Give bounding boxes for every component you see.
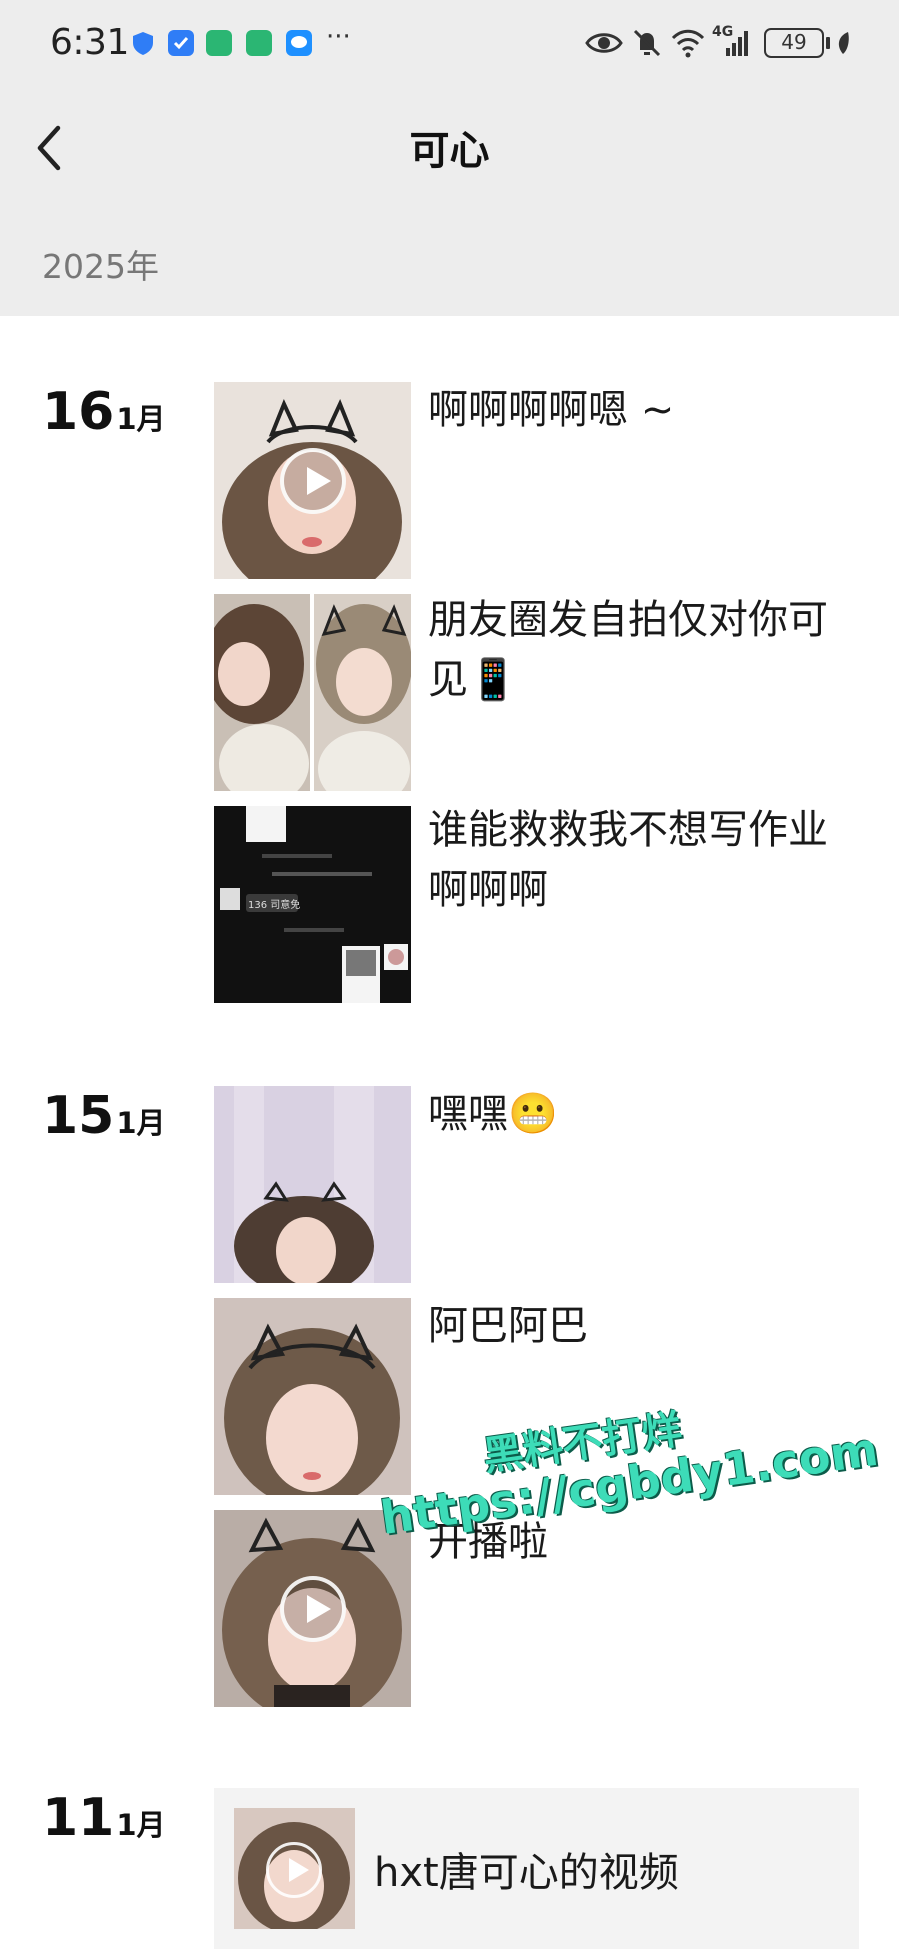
month-label: 1月 [116, 402, 166, 436]
battery-level: 49 [781, 30, 807, 54]
leaf-icon [838, 32, 849, 54]
iqiyi-app-icon-2 [246, 30, 272, 56]
month-label: 1月 [116, 1106, 166, 1140]
screenshot-text: 136 司意免 [248, 900, 301, 911]
post-thumbnail-image[interactable] [214, 1086, 411, 1283]
day-number: 16 [42, 382, 115, 442]
post-thumbnail-video[interactable] [214, 1510, 411, 1707]
post-caption: 阿巴阿巴 [428, 1303, 588, 1349]
shared-video-title: hxt唐可心的视频 [374, 1850, 679, 1896]
mute-bell-icon [633, 29, 661, 57]
signal-icon [726, 31, 748, 56]
iqiyi-app-icon [206, 30, 232, 56]
security-app-icon [168, 30, 194, 56]
year-header: 2025年 [42, 247, 159, 286]
post-caption: 嘿嘿😬 [428, 1091, 558, 1137]
play-icon [266, 1842, 322, 1898]
date-label-11: 111月 [42, 1788, 166, 1848]
post-thumbnail-video[interactable] [214, 382, 411, 579]
day-number: 11 [42, 1788, 115, 1848]
post-caption: 谁能救救我不想写作业啊啊啊 [428, 807, 828, 913]
shared-video-card[interactable]: hxt唐可心的视频 [214, 1788, 859, 1949]
wifi-icon [671, 29, 705, 58]
post-caption: 啊啊啊啊嗯 ~ [428, 387, 675, 433]
shield-app-icon [130, 30, 156, 56]
battery-tip [826, 37, 830, 49]
clock: 6:31 [50, 22, 129, 63]
day-number: 15 [42, 1086, 115, 1146]
page-title: 可心 [409, 128, 490, 174]
eye-icon [585, 33, 623, 53]
month-label: 1月 [116, 1808, 166, 1842]
watermark-line1: 黑料不打烊 [480, 1406, 685, 1481]
post-thumbnail-screenshot[interactable]: 136 司意免 [214, 806, 411, 1003]
play-icon [280, 1576, 346, 1642]
battery-indicator: 49 [764, 28, 824, 58]
shared-video-thumbnail [234, 1808, 355, 1929]
post-thumbnail-image[interactable] [214, 1298, 411, 1495]
status-bar: 6:31 ··· 4G 49 [0, 0, 899, 90]
post-caption: 开播啦 [428, 1519, 548, 1565]
date-label-15: 151月 [42, 1086, 166, 1146]
post-thumbnail-image[interactable] [214, 594, 411, 791]
play-icon [280, 448, 346, 514]
more-notifications-icon: ··· [326, 22, 351, 52]
message-app-icon [286, 30, 312, 56]
date-label-16: 161月 [42, 382, 166, 442]
post-caption: 朋友圈发自拍仅对你可见📱 [428, 597, 828, 703]
